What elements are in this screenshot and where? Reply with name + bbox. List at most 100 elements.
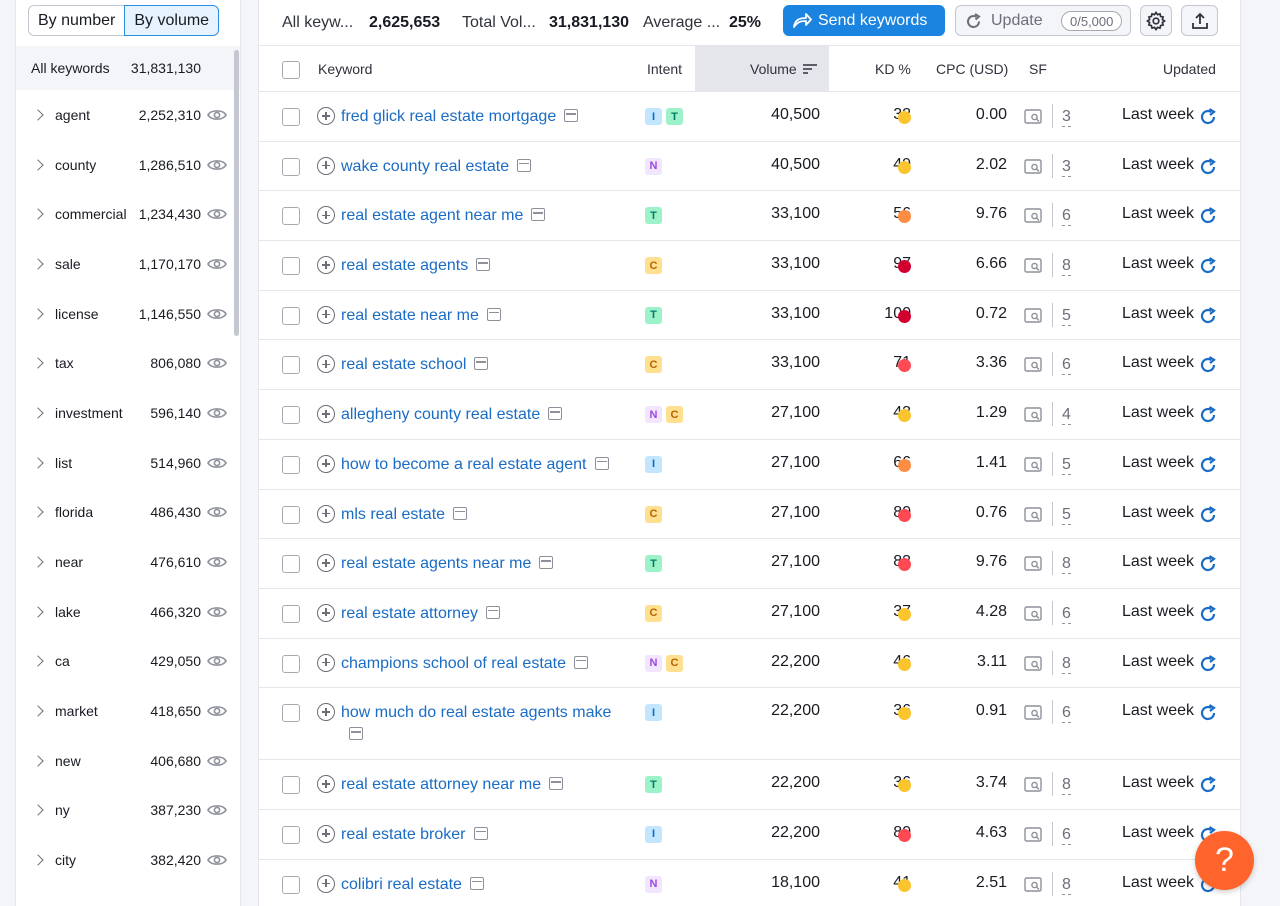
- sidebar-item-all-keywords[interactable]: All keywords 31,831,130: [16, 46, 240, 90]
- serp-icon[interactable]: [539, 556, 554, 570]
- keyword-link[interactable]: real estate school: [341, 356, 466, 373]
- serp-icon[interactable]: [486, 307, 501, 321]
- add-circle-icon[interactable]: [317, 554, 335, 573]
- add-circle-icon[interactable]: [317, 603, 335, 622]
- row-checkbox[interactable]: [282, 207, 300, 226]
- eye-icon[interactable]: [207, 803, 227, 817]
- chevron-right-icon[interactable]: [32, 208, 44, 220]
- eye-icon[interactable]: [207, 555, 227, 569]
- eye-icon[interactable]: [207, 307, 227, 321]
- serp-features-icon[interactable]: [1024, 876, 1042, 893]
- serp-icon[interactable]: [517, 158, 532, 172]
- keyword-link[interactable]: champions school of real estate: [341, 655, 566, 672]
- keyword-link[interactable]: allegheny county real estate: [341, 406, 540, 423]
- sf-count[interactable]: 5: [1062, 504, 1071, 525]
- serp-features-icon[interactable]: [1024, 777, 1042, 793]
- chevron-right-icon[interactable]: [32, 556, 44, 568]
- chevron-right-icon[interactable]: [32, 755, 44, 767]
- row-checkbox[interactable]: [282, 555, 300, 574]
- row-checkbox[interactable]: [282, 406, 300, 425]
- eye-icon[interactable]: [207, 754, 227, 768]
- add-circle-icon[interactable]: [317, 107, 335, 125]
- eye-icon[interactable]: [207, 207, 227, 221]
- chevron-right-icon[interactable]: [32, 357, 44, 369]
- serp-icon[interactable]: [564, 109, 579, 122]
- refresh-icon[interactable]: [1199, 257, 1217, 275]
- serp-icon[interactable]: [453, 506, 468, 520]
- sf-count[interactable]: 4: [1062, 404, 1071, 426]
- row-checkbox[interactable]: [282, 455, 300, 474]
- keyword-link[interactable]: mls real estate: [341, 506, 445, 523]
- column-intent[interactable]: Intent: [647, 46, 682, 91]
- row-checkbox[interactable]: [282, 306, 300, 325]
- refresh-icon[interactable]: [1199, 776, 1217, 794]
- serp-icon[interactable]: [531, 208, 546, 222]
- eye-icon[interactable]: [207, 158, 227, 172]
- export-button[interactable]: [1181, 5, 1218, 36]
- serp-icon[interactable]: [476, 258, 491, 272]
- keyword-link[interactable]: real estate agents: [341, 257, 468, 274]
- sidebar-item[interactable]: list 514,960: [16, 438, 240, 488]
- sidebar-item[interactable]: ny 387,230: [16, 786, 240, 836]
- sidebar-scrollbar[interactable]: [234, 50, 239, 336]
- serp-icon[interactable]: [474, 357, 489, 371]
- keyword-link[interactable]: real estate attorney: [341, 605, 478, 622]
- row-checkbox[interactable]: [282, 654, 300, 673]
- chevron-right-icon[interactable]: [32, 109, 44, 121]
- row-checkbox[interactable]: [282, 776, 300, 795]
- add-circle-icon[interactable]: [317, 824, 335, 843]
- update-button[interactable]: Update 0/5,000: [955, 5, 1131, 36]
- sf-count[interactable]: 8: [1062, 255, 1071, 277]
- row-checkbox[interactable]: [282, 257, 300, 276]
- chevron-right-icon[interactable]: [32, 655, 44, 668]
- serp-features-icon[interactable]: [1024, 705, 1042, 721]
- refresh-icon[interactable]: [1199, 555, 1217, 573]
- column-kd[interactable]: KD %: [875, 46, 911, 91]
- sidebar-item[interactable]: license 1,146,550: [16, 289, 240, 339]
- row-checkbox[interactable]: [282, 704, 300, 723]
- chevron-right-icon[interactable]: [32, 804, 44, 817]
- chevron-right-icon[interactable]: [32, 705, 44, 717]
- serp-features-icon[interactable]: [1024, 407, 1042, 423]
- keyword-link[interactable]: how to become a real estate agent: [341, 456, 587, 473]
- select-all-checkbox[interactable]: [282, 61, 300, 79]
- refresh-icon[interactable]: [1199, 406, 1217, 424]
- column-cpc[interactable]: CPC (USD): [936, 46, 1008, 91]
- add-circle-icon[interactable]: [317, 206, 335, 225]
- row-checkbox[interactable]: [282, 356, 300, 375]
- keyword-link[interactable]: colibri real estate: [341, 876, 462, 893]
- serp-features-icon[interactable]: [1024, 258, 1042, 274]
- refresh-icon[interactable]: [1199, 108, 1217, 126]
- serp-icon[interactable]: [349, 727, 363, 741]
- sidebar-item[interactable]: lake 466,320: [16, 587, 240, 637]
- sidebar-item[interactable]: new 406,680: [16, 736, 240, 786]
- chevron-right-icon[interactable]: [32, 258, 44, 270]
- refresh-icon[interactable]: [1199, 455, 1217, 474]
- keyword-link[interactable]: real estate broker: [341, 826, 466, 843]
- refresh-icon[interactable]: [1199, 207, 1217, 225]
- sf-count[interactable]: 6: [1062, 354, 1071, 376]
- keyword-link[interactable]: real estate agents near me: [341, 555, 531, 572]
- chevron-right-icon[interactable]: [32, 158, 44, 171]
- serp-features-icon[interactable]: [1024, 827, 1042, 843]
- add-circle-icon[interactable]: [317, 775, 335, 794]
- add-circle-icon[interactable]: [317, 355, 335, 374]
- add-circle-icon[interactable]: [317, 305, 335, 324]
- serp-icon[interactable]: [469, 876, 484, 890]
- eye-icon[interactable]: [207, 505, 227, 519]
- row-checkbox[interactable]: [282, 505, 300, 524]
- sf-count[interactable]: 8: [1062, 653, 1071, 674]
- eye-icon[interactable]: [207, 406, 227, 420]
- sidebar-item[interactable]: commercial 1,234,430: [16, 189, 240, 239]
- sf-count[interactable]: 5: [1062, 305, 1071, 326]
- add-circle-icon[interactable]: [317, 405, 335, 424]
- sidebar-item[interactable]: florida 486,430: [16, 488, 240, 538]
- add-circle-icon[interactable]: [317, 504, 335, 523]
- serp-features-icon[interactable]: [1024, 457, 1042, 473]
- serp-features-icon[interactable]: [1024, 606, 1042, 622]
- serp-features-icon[interactable]: [1024, 556, 1042, 572]
- sidebar-item[interactable]: sale 1,170,170: [16, 239, 240, 289]
- sidebar-item[interactable]: tax 806,080: [16, 338, 240, 388]
- keyword-link[interactable]: wake county real estate: [341, 158, 509, 175]
- send-keywords-button[interactable]: Send keywords: [783, 5, 945, 36]
